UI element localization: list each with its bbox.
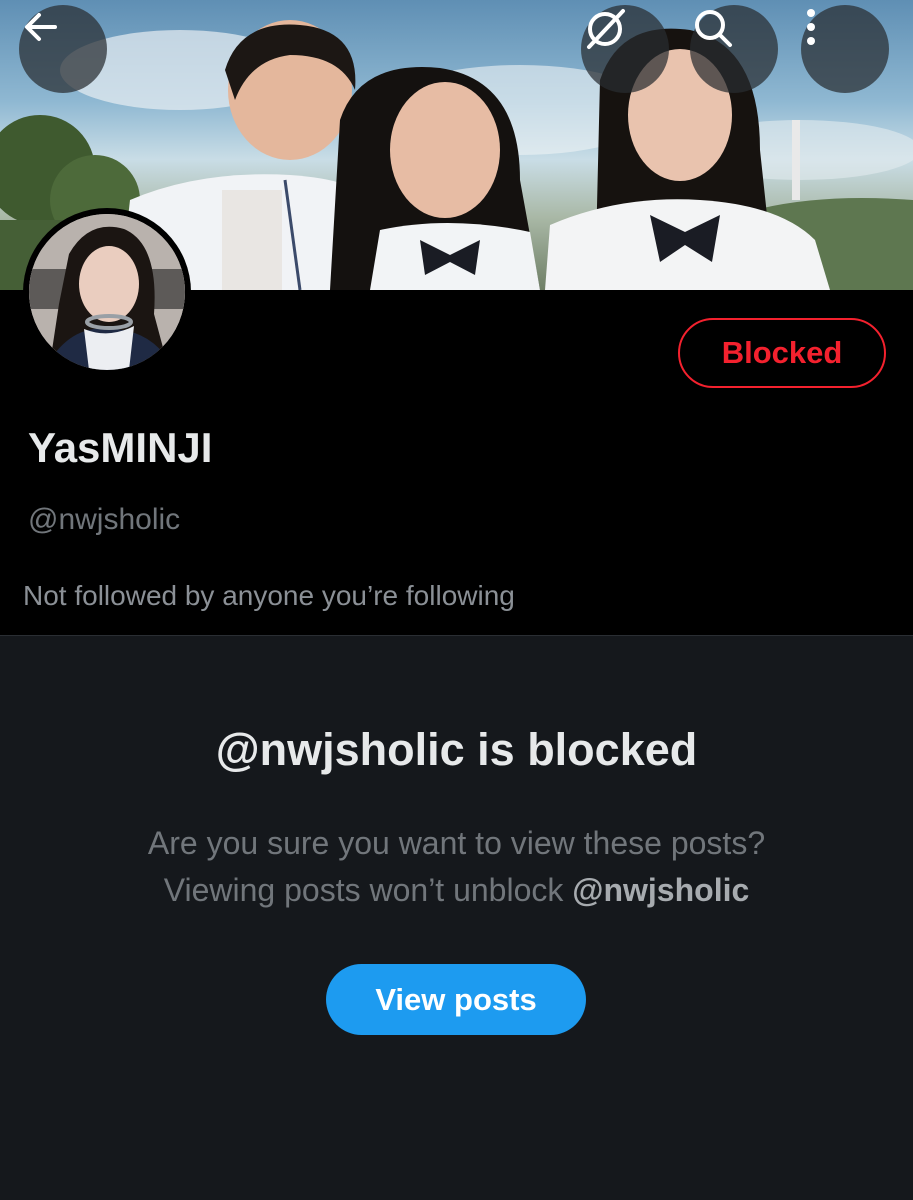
avatar[interactable]: [23, 208, 191, 376]
more-button[interactable]: [801, 5, 889, 93]
avatar-photo: [29, 214, 185, 370]
blocked-button[interactable]: Blocked: [678, 318, 886, 388]
search-button[interactable]: [690, 5, 778, 93]
blocked-description-handle: @nwjsholic: [572, 872, 750, 908]
blocked-description-line2: Viewing posts won’t unblock @nwjsholic: [0, 867, 913, 914]
blocked-notice-panel: [0, 636, 913, 1200]
display-name: YasMINJI: [28, 424, 213, 471]
blocked-description-line1: Are you sure you want to view these post…: [147, 825, 766, 861]
grok-button[interactable]: [581, 5, 669, 93]
profile-handle: @nwjsholic: [28, 503, 181, 536]
blocked-description: Are you sure you want to view these post…: [0, 820, 913, 914]
blocked-description-prefix: Viewing posts won’t unblock: [163, 872, 573, 908]
back-button[interactable]: [19, 5, 107, 93]
profile-page: Blocked YasMINJI @nwjsholic Not followed…: [0, 0, 913, 1200]
blocked-title: @nwjsholic is blocked: [215, 724, 698, 775]
view-posts-button[interactable]: View posts: [326, 964, 586, 1035]
followed-by-note: Not followed by anyone you’re following: [23, 580, 515, 611]
